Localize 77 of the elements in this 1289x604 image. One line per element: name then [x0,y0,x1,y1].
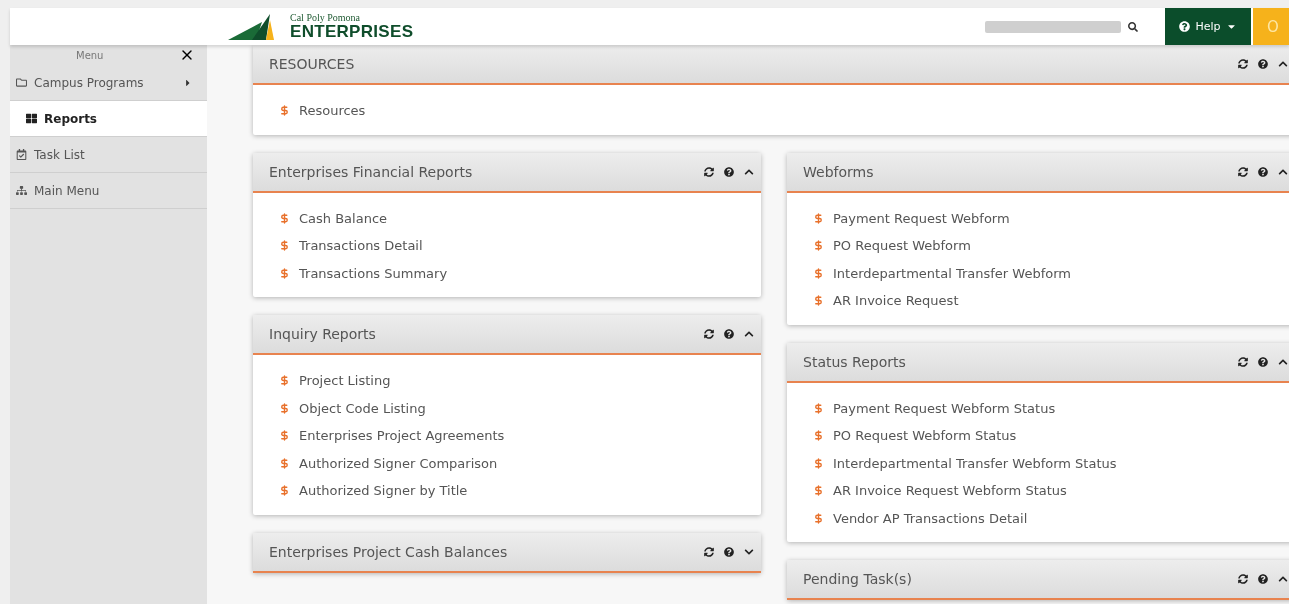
dollar-icon [279,457,290,469]
report-link[interactable]: AR Invoice Request [833,293,959,309]
report-link[interactable]: AR Invoice Request Webform Status [833,483,1067,499]
report-link[interactable]: Interdepartmental Transfer Webform [833,265,1071,281]
dollar-icon [813,240,824,252]
help-icon[interactable] [724,329,734,339]
panel-title: Inquiry Reports [269,326,377,342]
report-link[interactable]: Project Listing [299,373,391,389]
report-link[interactable]: Transactions Detail [299,238,423,254]
panel-title: Enterprises Financial Reports [269,163,474,180]
sidebar-label: Main Menu [34,183,100,198]
chevron-up-icon[interactable] [1278,574,1288,584]
chevron-down-icon[interactable] [744,546,754,557]
chevron-up-icon[interactable] [744,329,754,339]
help-icon[interactable] [724,166,734,177]
dollar-icon [279,212,290,224]
dollar-icon [279,485,290,497]
report-link[interactable]: Payment Request Webform [833,210,1010,226]
help-icon[interactable] [1258,356,1268,367]
refresh-icon[interactable] [1238,166,1248,177]
help-icon[interactable] [1258,59,1268,69]
report-link[interactable]: PO Request Webform [833,238,971,254]
panel-title: Webforms [803,163,875,180]
chevron-up-icon[interactable] [1278,59,1288,69]
dollar-icon [813,267,824,279]
refresh-icon[interactable] [704,166,714,177]
dollar-icon [813,430,824,442]
report-link[interactable]: Enterprises Project Agreements [299,428,505,444]
help-icon[interactable] [724,546,734,557]
report-link[interactable]: PO Request Webform Status [833,428,1017,444]
panel-title: Pending Task(s) [803,571,913,587]
dollar-icon [279,375,290,387]
dollar-icon [813,212,824,224]
sitemap-icon [16,185,27,196]
refresh-icon[interactable] [704,546,714,557]
logo-title: ENTERPRISES [290,23,414,40]
sidebar-item[interactable]: Reports [10,101,207,137]
help-icon [1179,21,1191,32]
panel-title: Enterprises Project Cash Balances [269,543,509,560]
sidebar-label: Campus Programs [34,75,144,90]
grid-icon [26,113,37,124]
help-icon[interactable] [1258,574,1268,584]
menu-title: Menu [76,49,104,61]
panel-title: Status Reports [803,353,907,370]
dollar-icon [813,457,824,469]
report-link[interactable]: Interdepartmental Transfer Webform Status [833,455,1117,471]
refresh-icon[interactable] [1238,59,1248,69]
folder-icon [16,77,27,88]
sidebar-label: Reports [44,111,97,126]
dollar-icon [813,485,824,497]
report-link[interactable]: Payment Request Webform Status [833,400,1056,416]
refresh-icon[interactable] [1238,356,1248,367]
report-link[interactable]: Vendor AP Transactions Detail [833,510,1028,526]
dollar-icon [279,240,290,252]
report-link[interactable]: Authorized Signer by Title [299,483,468,499]
report-link[interactable]: Authorized Signer Comparison [299,455,498,471]
report-link[interactable]: Transactions Summary [299,265,448,281]
report-link[interactable]: Object Code Listing [299,400,426,416]
refresh-icon[interactable] [704,329,714,339]
dollar-icon [279,430,290,442]
report-link[interactable]: Cash Balance [299,210,388,226]
dollar-icon [279,267,290,279]
report-link[interactable]: Resources [299,103,366,119]
dollar-icon [813,512,824,524]
calendar-icon [16,149,27,160]
logo-subtitle: Cal Poly Pomona [290,13,361,23]
dollar-icon [813,295,824,307]
panel-title: RESOURCES [269,56,356,72]
dollar-icon [813,402,824,414]
dollar-icon [279,105,290,117]
dollar-icon [279,402,290,414]
refresh-icon[interactable] [1238,574,1248,584]
search-icon[interactable] [1128,21,1138,32]
sidebar-label: Task List [34,147,85,162]
help-button[interactable]: Help [1165,8,1251,45]
help-icon[interactable] [1258,166,1268,177]
search-field[interactable] [985,20,1121,33]
